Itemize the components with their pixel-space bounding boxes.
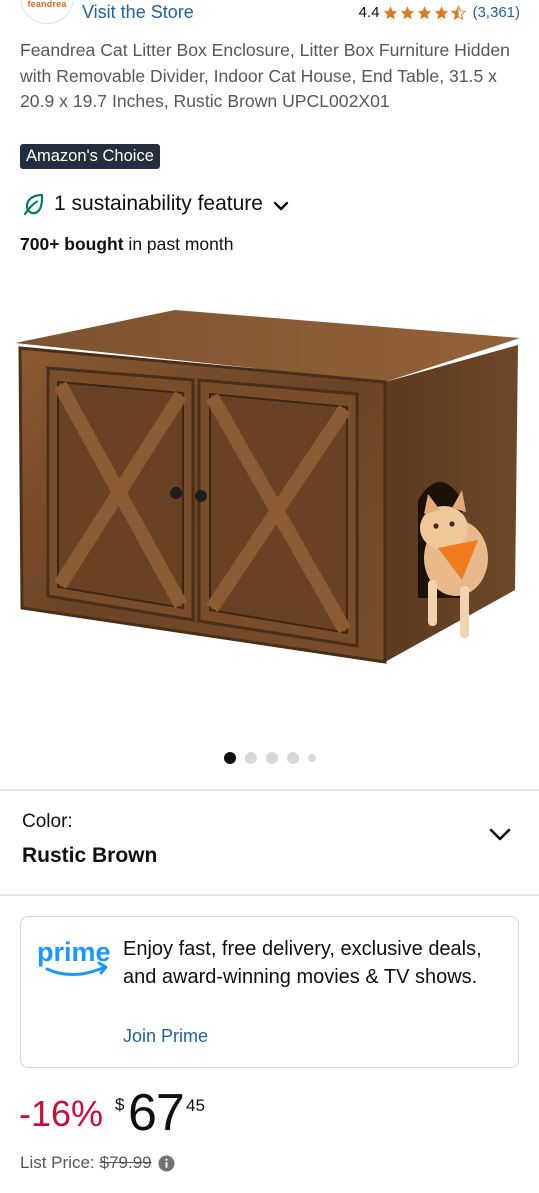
store-logo[interactable]: feandrea (20, 0, 74, 24)
sustainability-feature[interactable]: 1 sustainability feature (22, 192, 289, 216)
divider (0, 894, 539, 896)
carousel-dot[interactable] (223, 752, 236, 764)
color-label: Color: (22, 811, 73, 832)
star-half-icon (451, 4, 467, 20)
visit-store-link[interactable]: Visit the Store (82, 2, 194, 23)
sustainability-label: 1 sustainability feature (54, 192, 263, 215)
prime-description: Enjoy fast, free delivery, exclusive dea… (123, 938, 482, 988)
star-icon (384, 5, 398, 19)
carousel-dot[interactable] (286, 752, 299, 764)
info-icon[interactable] (158, 1154, 175, 1172)
purchase-count-bold: 700+ bought (20, 234, 124, 254)
star-icon (418, 5, 432, 19)
chevron-down-icon (273, 201, 289, 210)
color-value[interactable]: Rustic Brown (22, 844, 157, 868)
rating[interactable]: 4.4 (3,361) (359, 4, 520, 21)
purchase-count-rest: in past month (123, 234, 234, 254)
carousel-dot[interactable] (265, 752, 278, 764)
carousel-dot[interactable] (307, 754, 316, 762)
list-price: List Price: $79.99 (20, 1153, 175, 1173)
chevron-down-icon[interactable] (489, 827, 511, 843)
divider (0, 789, 539, 791)
list-price-value: $79.99 (99, 1153, 152, 1172)
list-price-label: List Price: (20, 1153, 95, 1172)
product-image[interactable] (0, 290, 539, 690)
product-title: Feandrea Cat Litter Box Enclosure, Litte… (20, 40, 510, 111)
price-fraction: 45 (186, 1096, 205, 1115)
rating-count-link[interactable]: (3,361) (472, 4, 520, 21)
carousel-dot[interactable] (244, 752, 257, 764)
store-logo-text: feandrea (27, 0, 67, 9)
join-prime-link[interactable]: Join Prime (123, 1026, 208, 1047)
price-currency-symbol: $ (115, 1095, 125, 1114)
rating-value: 4.4 (358, 4, 380, 21)
star-icon (401, 5, 415, 19)
price-whole: 67 (128, 1084, 185, 1142)
prime-logo-icon: prime (37, 937, 111, 976)
discount-percentage: -16% (19, 1093, 104, 1134)
purchase-count: 700+ bought in past month (20, 234, 233, 255)
image-carousel-indicator (0, 752, 539, 764)
leaf-icon (23, 193, 44, 216)
prime-offer-card: prime Enjoy fast, free delivery, exclusi… (20, 916, 519, 1068)
star-rating (382, 4, 467, 21)
star-icon (435, 5, 449, 19)
amazons-choice-badge: Amazon's Choice (20, 144, 160, 169)
